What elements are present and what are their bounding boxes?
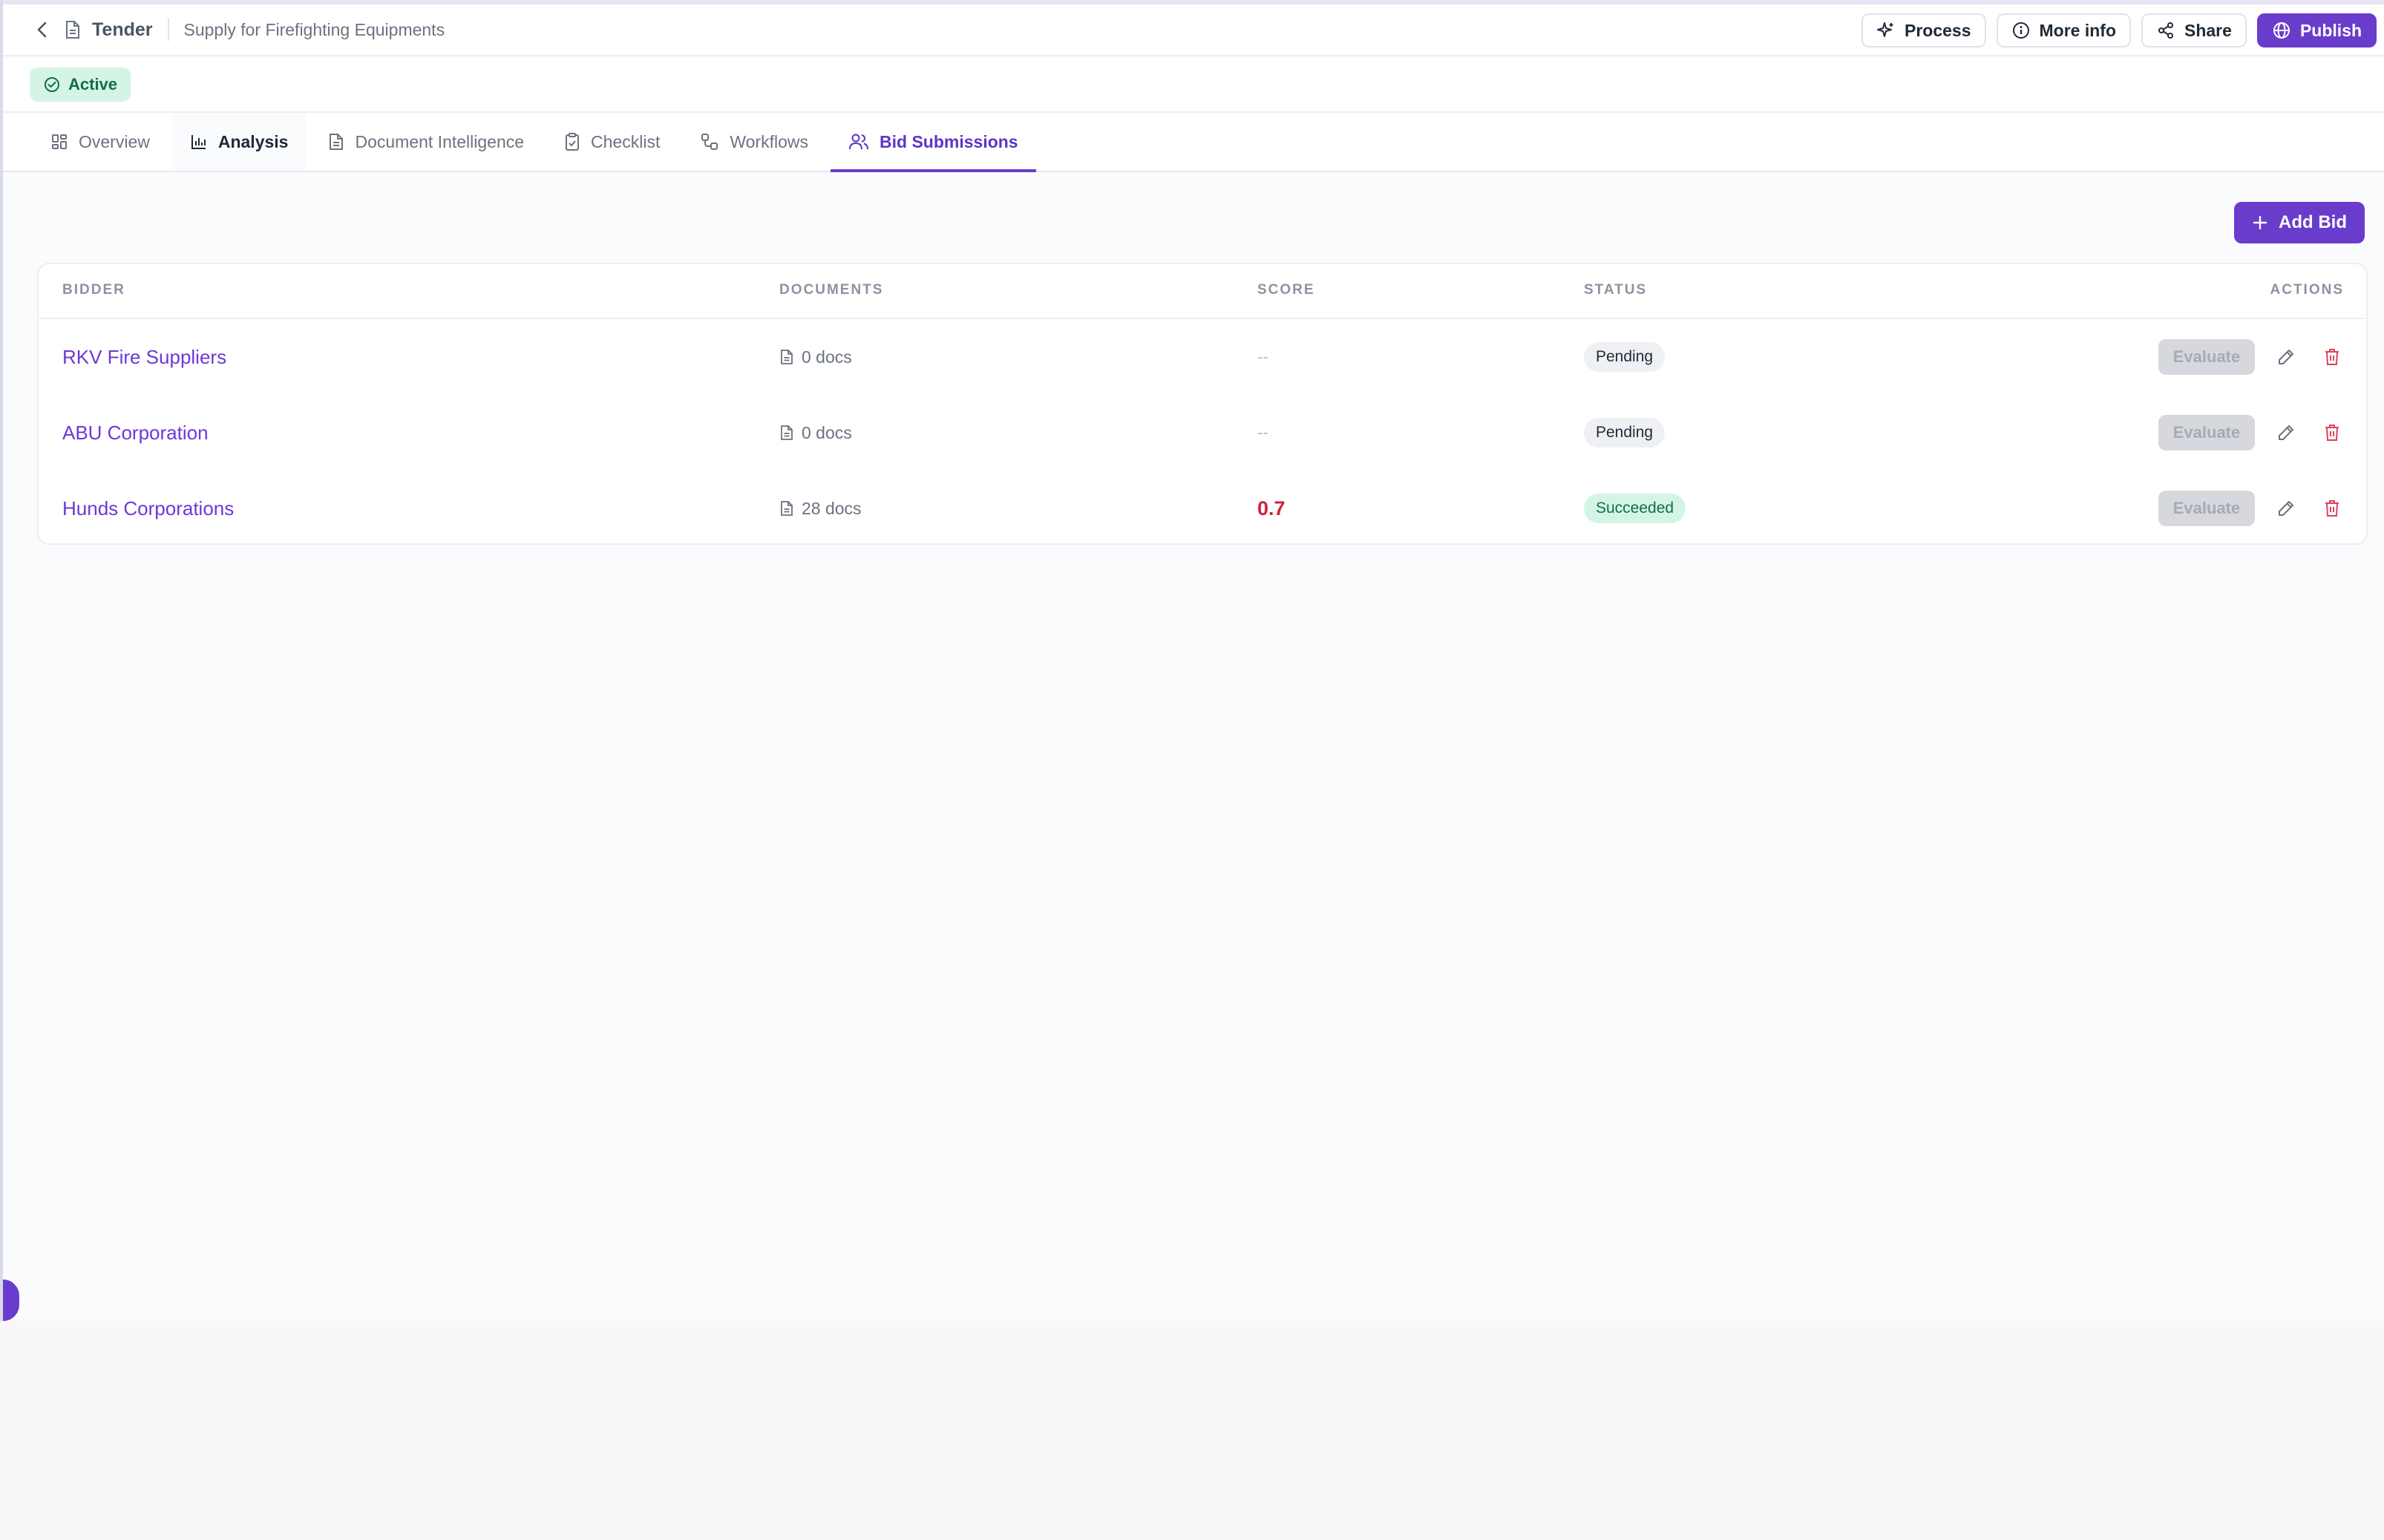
globe-icon [2273,22,2290,39]
evaluate-button[interactable]: Evaluate [2158,339,2255,375]
check-circle-icon [45,77,59,92]
more-info-button[interactable]: More info [1996,13,2131,47]
document-icon [62,19,83,40]
tab-bar: Overview Analysis Document Intelligence … [3,113,2384,172]
add-bid-button[interactable]: Add Bid [2234,202,2365,243]
table-row: ABU Corporation 0 docs -- Pending Evalua… [39,395,2366,471]
bidder-link[interactable]: Hunds Corporations [62,497,234,520]
share-button[interactable]: Share [2141,13,2247,47]
page-title: Tender [92,19,153,40]
bar-chart-icon [191,135,206,149]
clipboard-check-icon [566,133,580,151]
tab-checklist[interactable]: Checklist [546,113,678,171]
edit-pencil-icon[interactable] [2271,342,2301,372]
delete-trash-icon[interactable] [2317,494,2347,523]
delete-trash-icon[interactable] [2317,418,2347,448]
score-value: -- [1257,347,1268,366]
score-value: -- [1257,423,1268,442]
workflow-icon [701,134,718,150]
document-icon [781,350,793,364]
tab-label: Workflows [730,131,809,151]
documents-count: 28 docs [802,498,862,518]
column-header-actions: ACTIONS [2270,282,2344,298]
tab-label: Overview [79,131,150,151]
process-label: Process [1904,20,1971,40]
column-header-status: STATUS [1584,282,1648,298]
sidebar-toggle-handle[interactable] [3,1279,19,1321]
status-badge: Pending [1584,418,1666,448]
evaluate-button[interactable]: Evaluate [2158,491,2255,526]
sparkle-icon [1876,22,1893,37]
status-badge: Succeeded [1584,494,1686,523]
table-header: BIDDER DOCUMENTS SCORE STATUS ACTIONS [39,264,2366,319]
delete-trash-icon[interactable] [2317,342,2347,372]
documents-count: 0 docs [802,422,852,442]
tab-label: Checklist [591,131,661,151]
bidder-link[interactable]: RKV Fire Suppliers [62,346,226,369]
tab-document-intelligence[interactable]: Document Intelligence [310,113,542,171]
add-bid-label: Add Bid [2279,212,2347,232]
document-icon [781,501,793,516]
users-icon [849,134,869,150]
publish-label: Publish [2299,20,2362,40]
document-icon [781,425,793,440]
title-divider [167,19,169,41]
status-badge: Active [30,68,131,102]
bidder-link[interactable]: ABU Corporation [62,422,209,445]
bids-table: BIDDER DOCUMENTS SCORE STATUS ACTIONS RK… [37,263,2368,545]
plus-icon [2253,215,2267,230]
header-actions: Process More info Share Publish [1861,13,2377,47]
share-label: Share [2184,20,2232,40]
edit-pencil-icon[interactable] [2271,494,2301,523]
column-header-bidder: BIDDER [62,282,125,298]
status-badge: Pending [1584,342,1666,372]
grid-icon [52,134,67,149]
tab-label: Analysis [217,131,289,151]
share-icon [2158,22,2173,39]
document-icon [330,134,344,150]
app-window: Tender Supply for Firefighting Equipment… [0,0,2384,1321]
status-badge-label: Active [68,75,118,94]
page-subtitle: Supply for Firefighting Equipments [183,19,445,39]
evaluate-button[interactable]: Evaluate [2158,415,2255,450]
more-info-label: More info [2039,20,2117,40]
column-header-score: SCORE [1257,282,1315,298]
tab-workflows[interactable]: Workflows [682,113,826,171]
status-row: Active [3,58,2384,113]
table-row: RKV Fire Suppliers 0 docs -- Pending Eva… [39,319,2366,395]
tab-label: Bid Submissions [880,131,1018,151]
column-header-documents: DOCUMENTS [779,282,884,298]
table-row: Hunds Corporations 28 docs 0.7 Succeeded… [39,471,2366,543]
header-bar: Tender Supply for Firefighting Equipment… [3,4,2384,56]
tab-analysis[interactable]: Analysis [171,113,307,171]
tab-bid-submissions[interactable]: Bid Submissions [831,113,1036,172]
tab-label: Document Intelligence [355,131,525,151]
documents-count: 0 docs [802,347,852,367]
edit-pencil-icon[interactable] [2271,418,2301,448]
process-button[interactable]: Process [1861,13,1986,47]
publish-button[interactable]: Publish [2256,13,2377,47]
back-chevron-icon[interactable] [33,20,52,39]
info-icon [2012,22,2029,39]
tab-overview[interactable]: Overview [33,113,168,171]
score-value: 0.7 [1257,497,1286,520]
